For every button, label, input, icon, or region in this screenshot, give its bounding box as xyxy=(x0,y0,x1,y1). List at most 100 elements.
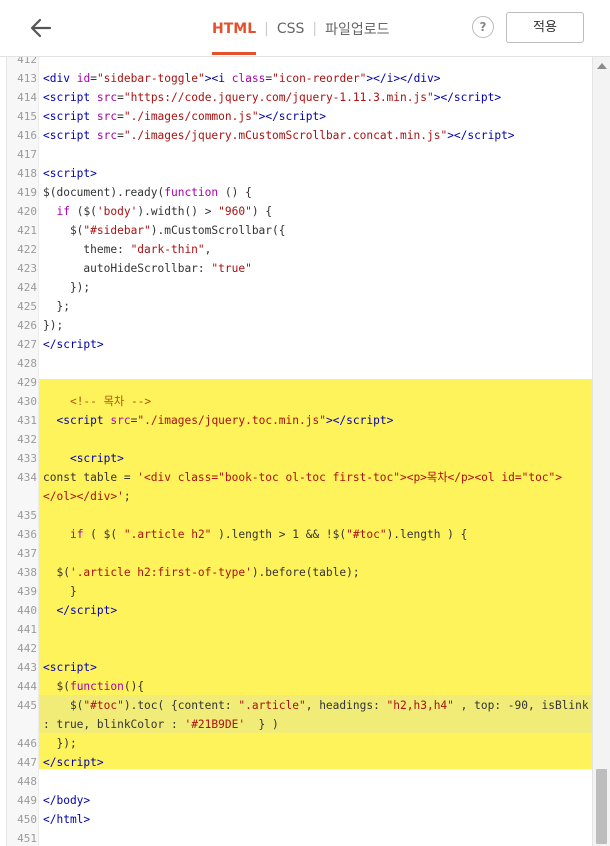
line-number: 420 xyxy=(17,205,37,218)
tab-html[interactable]: HTML xyxy=(212,21,257,55)
code-text: </script> xyxy=(43,756,104,769)
code-line[interactable]: 435 xyxy=(7,506,593,525)
code-line[interactable]: 432 xyxy=(7,430,593,449)
vertical-scrollbar[interactable] xyxy=(592,57,610,846)
scroll-up-arrow-icon[interactable] xyxy=(597,63,607,69)
apply-button[interactable]: 적용 xyxy=(506,12,584,43)
help-icon[interactable]: ? xyxy=(472,16,494,38)
code-text: $(document).ready(function () { xyxy=(43,186,252,199)
code-line[interactable]: 447 </script> xyxy=(7,753,593,772)
code-text: </body> xyxy=(43,794,91,807)
code-line[interactable]: 415 <script src="./images/common.js"></sc… xyxy=(7,107,593,126)
line-number: 439 xyxy=(17,585,37,598)
code-line[interactable]: 450 </html> xyxy=(7,810,593,829)
code-line[interactable]: 429 xyxy=(7,373,593,392)
code-text: if ( $( ".article h2" ).length > 1 && !$… xyxy=(69,528,468,541)
line-number: 445 xyxy=(17,699,37,712)
code-line[interactable]: 445 $("#toc").toc( {content: ".article",… xyxy=(7,696,593,715)
tab-file-upload[interactable]: 파일업로드 xyxy=(325,19,389,39)
code-line[interactable]: 419 $(document).ready(function () { xyxy=(7,183,593,202)
line-number: 430 xyxy=(17,395,37,408)
line-number: 429 xyxy=(17,376,37,389)
code-line[interactable]: 448 xyxy=(7,772,593,791)
code-text: <script src="https://code.jquery.com/jqu… xyxy=(43,91,502,104)
code-line[interactable]: 441 xyxy=(7,620,593,639)
code-line[interactable]: 449 </body> xyxy=(7,791,593,810)
code-line[interactable]: 438 $('.article h2:first-of-type').befor… xyxy=(7,563,593,582)
code-text: <script> xyxy=(43,661,97,674)
code-line[interactable]: 413 <div id="sidebar-toggle"><i class="ic… xyxy=(7,69,593,88)
code-editor[interactable]: 412 413 <div id="sidebar-toggle"><i class=… xyxy=(6,57,593,846)
line-number: 447 xyxy=(17,756,37,769)
code-line[interactable]: 437 xyxy=(7,544,593,563)
line-number: 435 xyxy=(17,509,37,522)
code-text: <!-- 목차 --> xyxy=(69,395,152,408)
code-text: <div id="sidebar-toggle"><i class="icon-… xyxy=(43,72,441,85)
code-line[interactable]: 424 }); xyxy=(7,278,593,297)
line-number: 438 xyxy=(17,566,37,579)
editor-header: HTML | CSS | 파일업로드 ? 적용 xyxy=(0,0,610,57)
code-text: }); xyxy=(43,281,91,294)
scrollbar-thumb[interactable] xyxy=(596,769,607,844)
line-number: 450 xyxy=(17,813,37,826)
editor-tabs: HTML | CSS | 파일업로드 xyxy=(212,18,390,55)
code-line[interactable]: 428 xyxy=(7,354,593,373)
code-line[interactable]: 421 $("#sidebar").mCustomScrollbar({ xyxy=(7,221,593,240)
code-line[interactable]: 444 $(function(){ xyxy=(7,677,593,696)
code-text: $(function(){ xyxy=(43,680,145,693)
line-number: 432 xyxy=(17,433,37,446)
code-text: </script> xyxy=(43,338,104,351)
code-line[interactable]: 423 autoHideScrollbar: "true" xyxy=(7,259,593,278)
code-line[interactable]: 446 }); xyxy=(7,734,593,753)
line-number: 437 xyxy=(17,547,37,560)
code-text: <script src="./images/jquery.mCustomScro… xyxy=(43,129,515,142)
line-number: 414 xyxy=(17,91,37,104)
code-line[interactable]: 427 </script> xyxy=(7,335,593,354)
code-text: $('.article h2:first-of-type').before(ta… xyxy=(43,566,360,579)
code-line[interactable]: 418 <script> xyxy=(7,164,593,183)
code-line[interactable]: 439 } xyxy=(7,582,593,601)
code-line[interactable]: 451 xyxy=(7,829,593,846)
code-line[interactable]: 414 <script src="https://code.jquery.com/… xyxy=(7,88,593,107)
code-line[interactable]: 430 <!-- 목차 --> xyxy=(7,392,593,411)
code-line[interactable]: : true, blinkColor : '#21B9DE' } ) xyxy=(7,715,593,734)
line-number: 436 xyxy=(17,528,37,541)
line-number: 427 xyxy=(17,338,37,351)
code-line[interactable]: 443 <script> xyxy=(7,658,593,677)
back-arrow-icon[interactable] xyxy=(28,14,56,42)
line-number: 431 xyxy=(17,414,37,427)
code-text: $("#toc").toc( {content: ".article", hea… xyxy=(43,699,589,712)
code-text: : true, blinkColor : '#21B9DE' } ) xyxy=(43,718,279,731)
line-number: 446 xyxy=(17,737,37,750)
code-text: }); xyxy=(43,737,77,750)
code-line[interactable]: </ol></div>'; xyxy=(7,487,593,506)
code-line[interactable]: 434 const table = '<div class="book-toc o… xyxy=(7,468,593,487)
code-text: <script> xyxy=(43,167,97,180)
line-number: 413 xyxy=(17,72,37,85)
code-line[interactable]: 416 <script src="./images/jquery.mCustomS… xyxy=(7,126,593,145)
code-line[interactable]: 431 <script src="./images/jquery.toc.min… xyxy=(7,411,593,430)
line-number: 425 xyxy=(17,300,37,313)
code-text: theme: "dark-thin", xyxy=(43,243,212,256)
tab-separator: | xyxy=(312,21,318,37)
line-number: 440 xyxy=(17,604,37,617)
code-line[interactable]: 420 if ($('body').width() > "960") { xyxy=(7,202,593,221)
code-text: }); xyxy=(43,319,64,332)
code-line[interactable]: 425 }; xyxy=(7,297,593,316)
code-text: }; xyxy=(43,300,70,313)
code-line[interactable]: 440 </script> xyxy=(7,601,593,620)
code-line[interactable]: 442 xyxy=(7,639,593,658)
code-line[interactable]: 436 if ( $( ".article h2" ).length > 1 &… xyxy=(7,525,593,544)
code-text: </html> xyxy=(43,813,91,826)
code-line[interactable]: 417 xyxy=(7,145,593,164)
line-number: 433 xyxy=(17,452,37,465)
code-line[interactable]: 412 xyxy=(7,57,593,69)
tab-css[interactable]: CSS xyxy=(277,21,305,37)
code-line[interactable]: 426}); xyxy=(7,316,593,335)
code-text: <script> xyxy=(69,452,124,465)
line-number: 449 xyxy=(17,794,37,807)
code-text: </script> xyxy=(56,604,118,617)
code-line[interactable]: 422 theme: "dark-thin", xyxy=(7,240,593,259)
code-line[interactable]: 433 <script> xyxy=(7,449,593,468)
line-number: 448 xyxy=(17,775,37,788)
